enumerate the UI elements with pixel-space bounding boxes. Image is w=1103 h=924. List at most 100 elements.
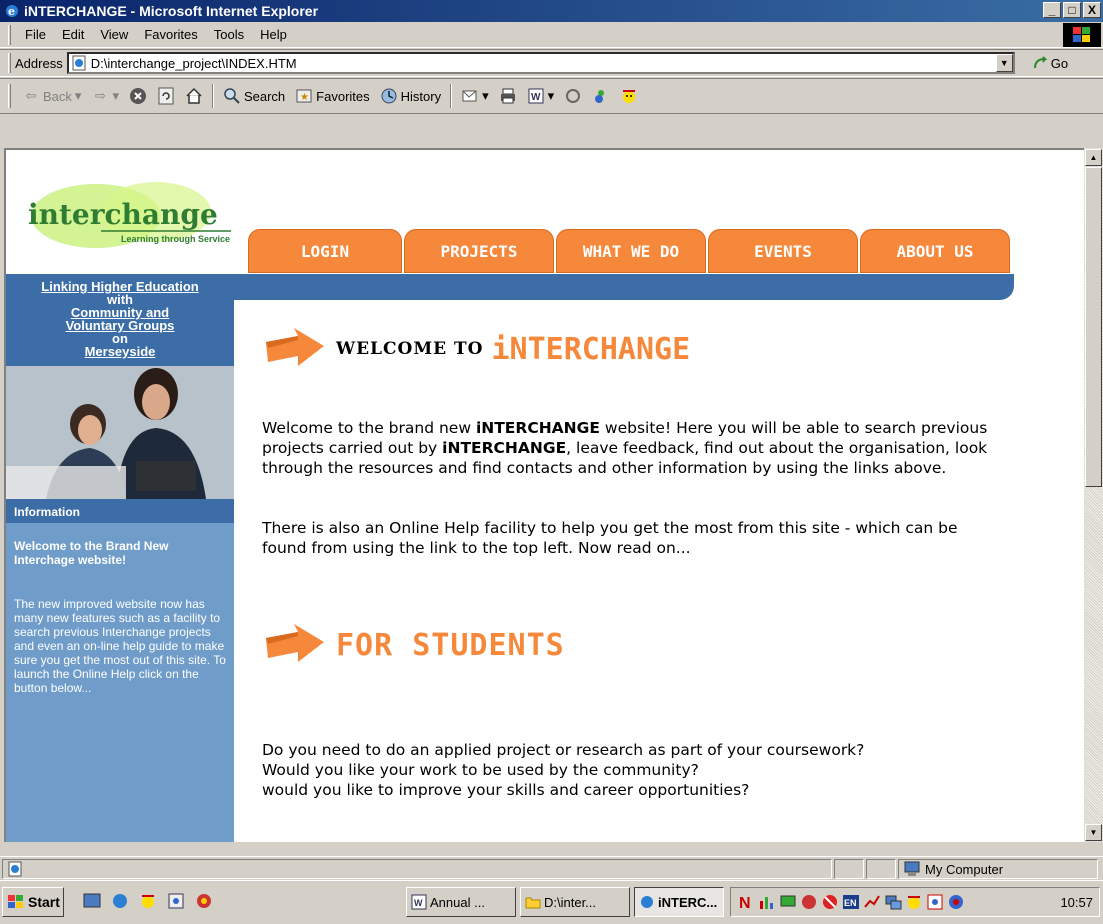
word-task-icon: W [411,894,427,910]
address-input[interactable]: D:\interchange_project\INDEX.HTM ▼ [66,52,1015,74]
edit-word-button[interactable]: W ▾ [522,87,560,105]
antivirus-tray-icon[interactable] [800,893,818,911]
edit-dropdown-icon[interactable]: ▾ [548,88,555,104]
refresh-button[interactable] [152,87,180,105]
toolbar-grip[interactable] [8,84,11,108]
svg-text:★: ★ [300,92,309,103]
messenger-icon [595,90,605,103]
nav-events[interactable]: EVENTS [708,229,858,273]
update-tray-icon[interactable] [947,893,965,911]
orange-arrow-icon [266,624,324,662]
monitor-tray-icon[interactable] [779,893,797,911]
task-folder-label: D:\inter... [544,894,597,910]
go-button[interactable]: Go [1033,56,1068,71]
address-url: D:\interchange_project\INDEX.HTM [90,55,297,71]
vertical-scrollbar[interactable]: ▲ ▼ [1084,148,1103,842]
start-button[interactable]: Start [2,887,64,917]
address-bar: Address D:\interchange_project\INDEX.HTM… [0,49,1103,77]
scroll-down-icon[interactable]: ▼ [1085,824,1102,841]
intro-brand-a: iNTERCHANGE [475,419,600,437]
page-viewport[interactable]: interchange Learning through Service LOG… [4,148,1084,842]
outlook-quicklaunch-icon[interactable] [166,891,186,911]
menu-favorites[interactable]: Favorites [136,27,205,42]
for-students-title: FOR STUDENTS [336,627,565,663]
menu-view[interactable]: View [92,27,136,42]
close-button[interactable]: X [1083,2,1101,18]
sidebar-welcome: Welcome to the Brand New Interchage webs… [14,539,169,567]
forward-dropdown-icon[interactable]: ▾ [112,88,119,104]
ie-quicklaunch-icon[interactable] [110,891,130,911]
chart-tray-icon[interactable] [758,893,776,911]
back-button[interactable]: ⇦ Back ▾ [17,87,86,105]
nav-about-us[interactable]: ABOUT US [860,229,1010,273]
print-button[interactable] [494,87,522,105]
smiley-button[interactable] [615,87,643,105]
word-icon: W [528,88,544,104]
discuss-button[interactable] [559,87,587,105]
forward-button[interactable]: ⇨ ▾ [86,87,124,105]
block-tray-icon[interactable] [821,893,839,911]
nav-login[interactable]: LOGIN [248,229,402,273]
welcome-brand: iNTERCHANGE [491,331,691,367]
minimize-button[interactable]: _ [1043,2,1061,18]
outlook-tray-icon[interactable] [926,893,944,911]
back-dropdown-icon[interactable]: ▾ [75,88,82,104]
flower-quicklaunch-icon[interactable] [194,891,214,911]
clock[interactable]: 10:57 [1060,895,1093,910]
show-desktop-icon[interactable] [82,891,102,911]
msn-tray-icon[interactable] [905,893,923,911]
menu-edit[interactable]: Edit [54,27,92,42]
favorites-icon: ★ [296,89,312,103]
mail-button[interactable]: ▾ [456,87,494,105]
favorites-button[interactable]: ★ Favorites [290,87,374,105]
menu-grip[interactable] [8,24,11,45]
toolbar-separator [211,84,214,108]
menu-tools[interactable]: Tools [206,27,252,42]
students-heading: FOR STUDENTS [262,622,565,668]
nav-what-we-do[interactable]: WHAT WE DO [556,229,706,273]
intro-part-a: Welcome to the brand new [262,419,476,437]
main-nav: LOGIN PROJECTS WHAT WE DO EVENTS ABOUT U… [248,229,1012,273]
task-interchange-label: iNTERC... [658,894,718,910]
refresh-icon [158,87,174,105]
svg-text:EN: EN [844,898,857,908]
sidebar-photo [6,366,234,499]
title-bar: e iNTERCHANGE - Microsoft Internet Explo… [0,0,1103,22]
address-dropdown-icon[interactable]: ▼ [995,54,1013,72]
interchange-logo[interactable]: interchange Learning through Service [26,176,236,256]
menu-help[interactable]: Help [252,27,295,42]
task-annual[interactable]: W Annual ... [406,887,516,917]
norton-tray-icon[interactable]: N [737,893,755,911]
search-icon [224,88,240,104]
history-icon [381,88,397,104]
history-button[interactable]: History [375,87,446,105]
zone-label: My Computer [925,861,1004,877]
signal-tray-icon[interactable] [863,893,881,911]
svg-text:N: N [739,895,751,911]
network-tray-icon[interactable] [884,893,902,911]
taskbar: Start W Annual ... D:\inter... iNTERC...… [0,880,1103,924]
status-cell-2 [834,859,864,879]
task-interchange[interactable]: iNTERC... [634,887,724,917]
stop-button[interactable] [124,87,152,105]
mail-dropdown-icon[interactable]: ▾ [482,88,489,104]
maximize-button[interactable]: □ [1063,2,1081,18]
home-button[interactable] [180,87,208,105]
status-main [2,859,832,879]
task-folder[interactable]: D:\inter... [520,887,630,917]
address-grip[interactable] [8,53,11,73]
nav-projects[interactable]: PROJECTS [404,229,554,273]
standard-toolbar: ⇦ Back ▾ ⇨ ▾ Search ★ Favorites History … [0,78,1103,114]
search-button[interactable]: Search [218,87,290,105]
link-merseyside[interactable]: Merseyside [6,345,234,358]
scroll-thumb[interactable] [1085,167,1102,487]
welcome-to-text: WELCOME TO [336,339,484,359]
print-icon [500,88,515,104]
status-cell-3 [866,859,896,879]
messenger-button[interactable] [587,87,615,105]
language-tray-icon[interactable]: EN [842,893,860,911]
smiley-icon [623,90,636,103]
messenger-quicklaunch-icon[interactable] [138,891,158,911]
menu-file[interactable]: File [17,27,54,42]
scroll-up-icon[interactable]: ▲ [1085,149,1102,166]
